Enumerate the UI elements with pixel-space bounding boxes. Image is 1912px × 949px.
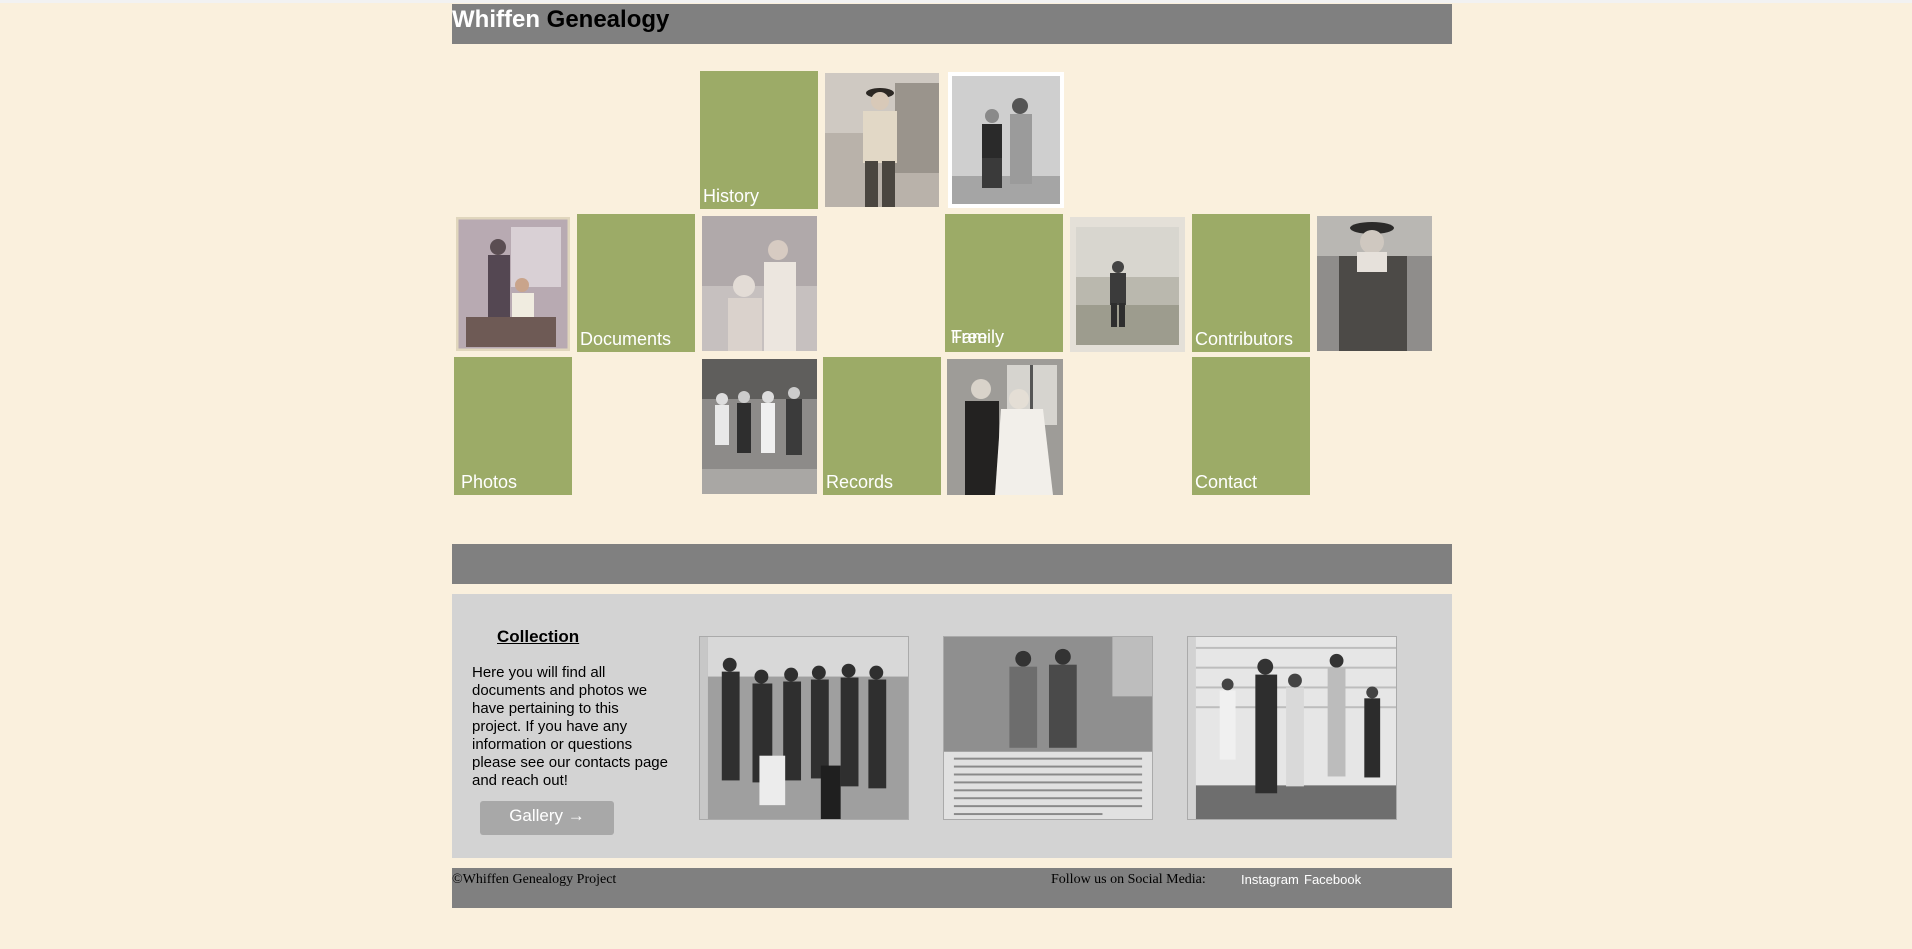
- tile-history-label: History: [703, 186, 760, 206]
- brand-second-word: Genealogy: [546, 6, 670, 33]
- tile-history[interactable]: History: [700, 71, 818, 209]
- top-line: [0, 0, 1912, 3]
- site-brand[interactable]: Whiffen Genealogy: [452, 5, 669, 35]
- copyright-text: ©Whiffen Genealogy Project: [452, 872, 617, 887]
- site-header: Whiffen Genealogy: [452, 4, 1452, 44]
- follow-text: Follow us on Social Media:: [1051, 872, 1206, 887]
- tile-contributors[interactable]: Contributors: [1192, 214, 1310, 352]
- collection-title: Collection: [497, 627, 580, 646]
- photo-group-women: [702, 359, 817, 494]
- photo-wedding-couple: [947, 359, 1063, 495]
- tile-contact[interactable]: Contact: [1192, 357, 1310, 495]
- brand-first-word: Whiffen: [452, 6, 540, 33]
- tile-contact-label: Contact: [1195, 472, 1258, 492]
- divider-bar: [452, 544, 1452, 584]
- photo-elderly-couple: [702, 216, 817, 351]
- tile-family-tree-line2: Tree: [951, 327, 988, 347]
- collection-photo-children-group[interactable]: [1187, 636, 1397, 820]
- collection-description: Here you will find all documents and pho…: [472, 664, 668, 789]
- photo-man-suspenders: [825, 73, 939, 207]
- tile-records-label: Records: [826, 472, 894, 492]
- tile-documents-label: Documents: [580, 329, 672, 349]
- collection-photo-newspaper-clipping[interactable]: [943, 636, 1153, 820]
- tile-contributors-label: Contributors: [1195, 329, 1294, 349]
- facebook-link[interactable]: Facebook: [1304, 872, 1361, 887]
- gallery-button[interactable]: Gallery →: [480, 801, 614, 835]
- tile-documents[interactable]: Documents: [577, 214, 695, 352]
- collection-photo-family-group[interactable]: [699, 636, 909, 820]
- tile-photos-label: Photos: [461, 472, 518, 492]
- photo-man-field: [1070, 217, 1185, 352]
- photo-couple-seated: [948, 72, 1064, 208]
- tile-records[interactable]: Records: [823, 357, 941, 495]
- collection-section: Collection Here you will find all docume…: [452, 594, 1452, 858]
- photo-bearded-man: [1317, 216, 1432, 351]
- site-footer: ©Whiffen Genealogy Project Follow us on …: [452, 868, 1452, 908]
- tile-family-tree[interactable]: Family Tree: [945, 214, 1063, 352]
- tile-photos[interactable]: Photos: [454, 357, 572, 495]
- photo-family-room: [456, 217, 570, 351]
- instagram-link[interactable]: Instagram: [1241, 872, 1299, 887]
